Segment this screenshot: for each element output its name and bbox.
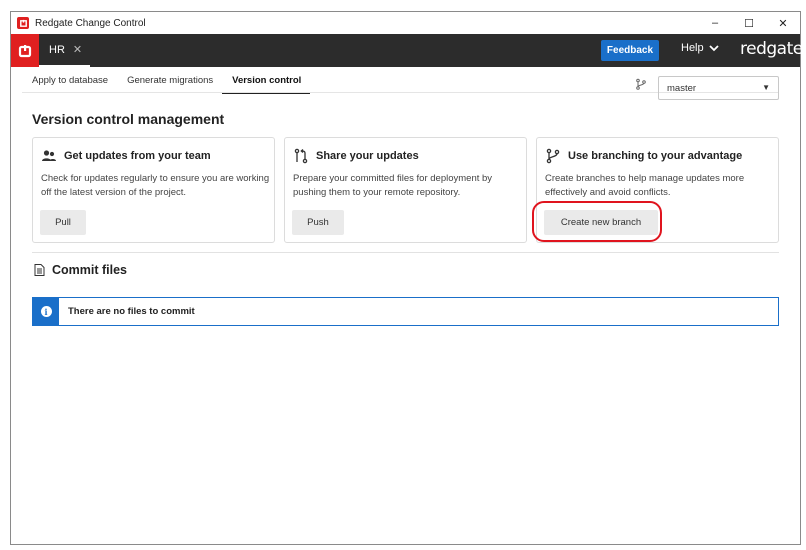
card-title: Get updates from your team — [64, 150, 211, 162]
window-title: Redgate Change Control — [35, 17, 146, 29]
minimize-button[interactable]: – — [698, 12, 732, 34]
document-icon — [34, 264, 45, 276]
branch-select[interactable]: master ▼ — [658, 76, 779, 100]
chevron-down-icon — [708, 44, 719, 51]
project-tab[interactable]: HR ✕ — [39, 34, 91, 67]
info-message-bar: i There are no files to commit — [32, 297, 779, 326]
branch-icon — [636, 78, 646, 90]
close-window-button[interactable]: ✕ — [766, 12, 800, 34]
project-tab-label: HR — [49, 43, 65, 56]
tab-version-control[interactable]: Version control — [222, 70, 311, 94]
page-title: Version control management — [32, 111, 225, 127]
team-icon — [42, 150, 56, 161]
card-title: Use branching to your advantage — [568, 150, 743, 162]
help-menu[interactable]: Help — [681, 42, 719, 54]
help-label: Help — [681, 42, 704, 54]
card-get-updates: Get updates from your team Check for upd… — [32, 137, 275, 243]
commit-files-title: Commit files — [52, 263, 128, 277]
card-description: Check for updates regularly to ensure yo… — [41, 173, 270, 198]
info-message-text: There are no files to commit — [68, 306, 195, 317]
app-logo-icon — [17, 17, 29, 29]
branch-select-value: master — [667, 82, 697, 94]
card-description: Prepare your committed files for deploym… — [293, 173, 493, 198]
card-share-updates: Share your updates Prepare your committe… — [284, 137, 527, 243]
card-title: Share your updates — [316, 150, 419, 162]
project-tab-close-icon[interactable]: ✕ — [73, 43, 82, 56]
info-icon: i — [33, 298, 59, 325]
caret-down-icon: ▼ — [762, 83, 770, 92]
main-tabs: Apply to database Generate migrations Ve… — [22, 70, 311, 94]
card-description: Create branches to help manage updates m… — [545, 173, 745, 198]
feedback-button[interactable]: Feedback — [601, 40, 659, 61]
section-divider — [32, 252, 779, 253]
pull-button[interactable]: Pull — [40, 210, 86, 235]
push-button[interactable]: Push — [292, 210, 344, 235]
push-icon — [294, 148, 308, 164]
tab-generate-migrations[interactable]: Generate migrations — [117, 70, 222, 94]
title-bar: Redgate Change Control – ☐ ✕ — [11, 12, 800, 34]
app-header: HR ✕ Feedback Help redgate — [11, 34, 803, 67]
redgate-logo-icon — [11, 34, 39, 67]
tab-apply-to-database[interactable]: Apply to database — [22, 70, 117, 94]
maximize-button[interactable]: ☐ — [732, 12, 766, 34]
redgate-brand: redgate — [740, 39, 803, 59]
commit-files-heading: Commit files — [34, 263, 127, 277]
branching-icon — [546, 148, 560, 164]
annotation-highlight — [532, 201, 662, 242]
